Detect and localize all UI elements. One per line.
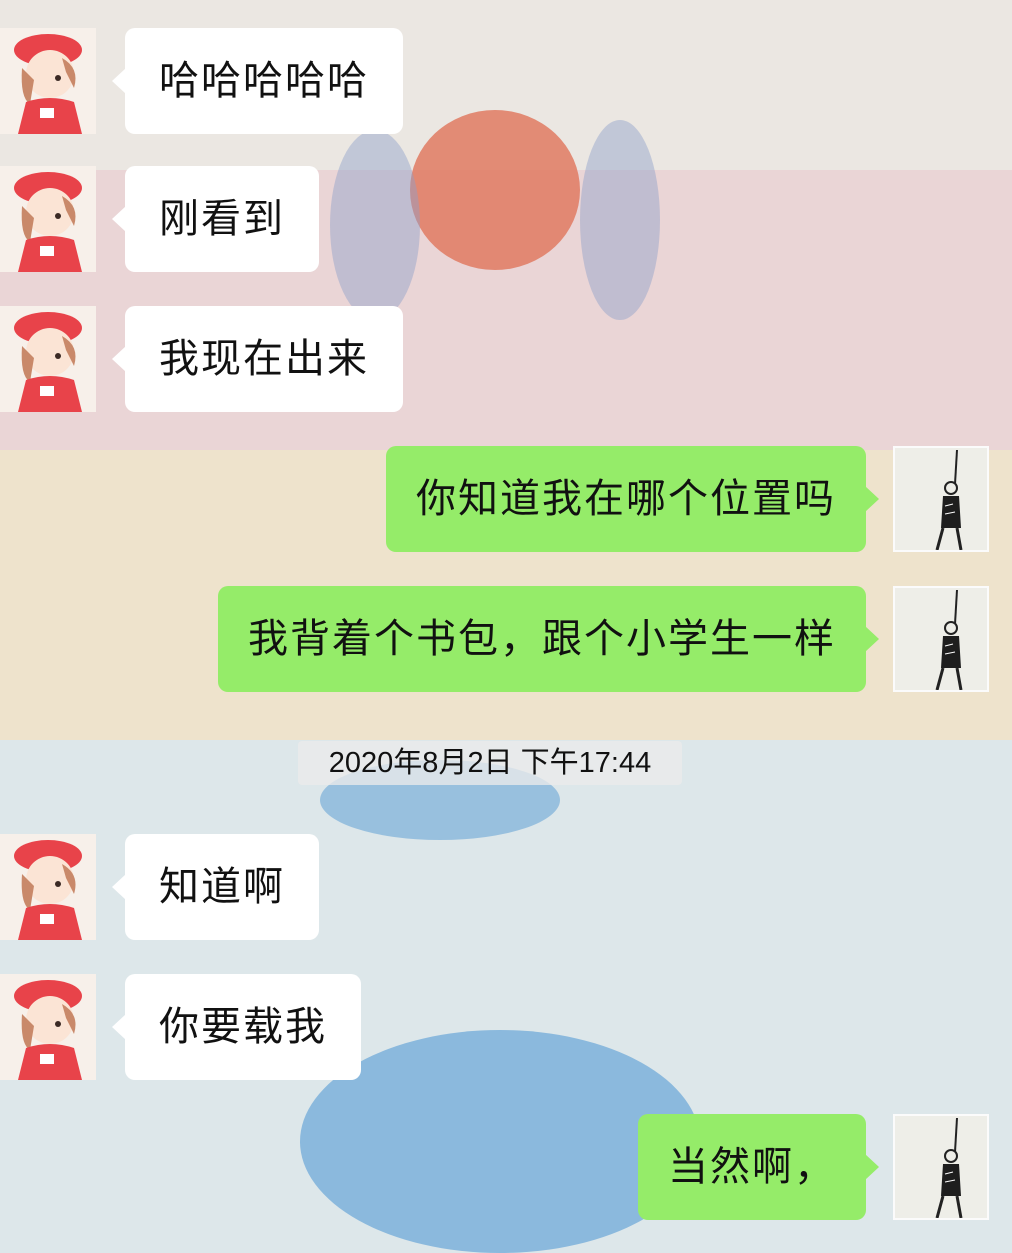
incoming-message-bubble[interactable]: 知道啊 <box>112 834 319 940</box>
my-avatar[interactable] <box>893 446 989 552</box>
incoming-message-bubble[interactable]: 哈哈哈哈哈 <box>112 28 403 134</box>
message-row: 哈哈哈哈哈 <box>0 28 1012 134</box>
message-row: 我现在出来 <box>0 306 1012 412</box>
message-row: 你要载我 <box>0 974 1012 1080</box>
bubble-tail <box>112 68 126 94</box>
incoming-message-bubble[interactable]: 你要载我 <box>112 974 361 1080</box>
sketch-figure-avatar-icon <box>895 588 987 690</box>
message-text: 知道啊 <box>159 864 285 910</box>
my-avatar[interactable] <box>893 586 989 692</box>
contact-avatar[interactable] <box>0 28 96 134</box>
message-text: 你要载我 <box>159 1004 327 1050</box>
message-row: 我背着个书包，跟个小学生一样 <box>0 586 1012 692</box>
bubble-tail <box>112 206 126 232</box>
girl-red-beret-avatar-icon <box>0 28 96 134</box>
outgoing-message-bubble[interactable]: 你知道我在哪个位置吗 <box>386 446 879 552</box>
contact-avatar[interactable] <box>0 974 96 1080</box>
my-avatar[interactable] <box>893 1114 989 1220</box>
message-text: 哈哈哈哈哈 <box>159 58 369 104</box>
sketch-figure-avatar-icon <box>895 448 987 550</box>
girl-red-beret-avatar-icon <box>0 834 96 940</box>
incoming-message-bubble[interactable]: 刚看到 <box>112 166 319 272</box>
message-row: 当然啊， <box>0 1114 1012 1220</box>
message-text: 你知道我在哪个位置吗 <box>416 476 836 522</box>
message-text: 刚看到 <box>159 196 285 242</box>
message-text: 我现在出来 <box>159 336 369 382</box>
incoming-message-bubble[interactable]: 我现在出来 <box>112 306 403 412</box>
message-row: 你知道我在哪个位置吗 <box>0 446 1012 552</box>
girl-red-beret-avatar-icon <box>0 974 96 1080</box>
message-row: 知道啊 <box>0 834 1012 940</box>
message-text: 当然啊， <box>668 1144 836 1190</box>
contact-avatar[interactable] <box>0 834 96 940</box>
bubble-tail <box>112 346 126 372</box>
chat-timestamp: 2020年8月2日 下午17:44 <box>298 741 682 785</box>
bubble-tail <box>112 874 126 900</box>
message-text: 我背着个书包，跟个小学生一样 <box>248 616 836 662</box>
contact-avatar[interactable] <box>0 306 96 412</box>
outgoing-message-bubble[interactable]: 当然啊， <box>638 1114 879 1220</box>
outgoing-message-bubble[interactable]: 我背着个书包，跟个小学生一样 <box>218 586 879 692</box>
message-row: 刚看到 <box>0 166 1012 272</box>
bubble-tail <box>865 486 879 512</box>
sketch-figure-avatar-icon <box>895 1116 987 1218</box>
bubble-tail <box>112 1014 126 1040</box>
girl-red-beret-avatar-icon <box>0 166 96 272</box>
bubble-tail <box>865 626 879 652</box>
bubble-tail <box>865 1154 879 1180</box>
contact-avatar[interactable] <box>0 166 96 272</box>
girl-red-beret-avatar-icon <box>0 306 96 412</box>
